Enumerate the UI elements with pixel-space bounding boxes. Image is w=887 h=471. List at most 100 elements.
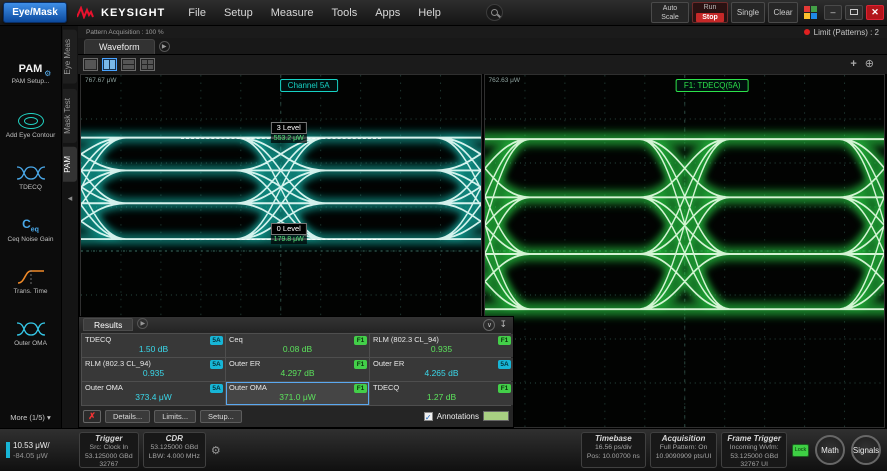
cdr-loop-bandwidth: LBW: 4.000 MHz [149, 453, 200, 462]
math-button[interactable]: Math [815, 435, 845, 465]
keysight-logo-icon [77, 6, 97, 19]
sidebar-item-label: Ceq Noise Gain [8, 236, 54, 243]
result-name: Outer OMA [85, 383, 222, 392]
menu-apps[interactable]: Apps [366, 3, 409, 23]
details-button[interactable]: Details... [105, 410, 150, 423]
result-cell-outer-er-5a[interactable]: Outer ER 5A 4.265 dB [370, 358, 513, 381]
sidebar-item-label: Add Eye Contour [6, 132, 56, 139]
tab-mask-test[interactable]: Mask Test [63, 89, 77, 143]
timebase-title: Timebase [587, 434, 640, 444]
pam-setup-icon: PAM⚙ [19, 63, 43, 75]
acquisition-block[interactable]: Acquisition Full Pattern: On 10.9090909 … [650, 432, 718, 468]
annotation-0-level[interactable]: 0 Level 179.8 μW [271, 223, 307, 244]
trigger-block[interactable]: Trigger Src: Clock In 53.125000 GBd 3276… [79, 432, 139, 468]
source-badge: F1 [354, 336, 367, 345]
result-name: TDECQ [85, 335, 222, 344]
sidebar-item-ceq-noise-gain[interactable]: Ceq Ceq Noise Gain [0, 204, 61, 256]
apps-grid-icon[interactable] [804, 6, 818, 20]
collapse-sidebar-arrow[interactable]: ◂ [68, 193, 73, 204]
channel-readout[interactable]: 10.53 μW/ -84.05 μW [3, 441, 77, 460]
annotation-3-level[interactable]: 3 Level 553.2 μW [271, 122, 307, 143]
results-footer: ✗ Details... Limits... Setup... ✓ Annota… [79, 407, 513, 425]
layout-stacked-icon[interactable] [121, 58, 136, 71]
annotation-value: 553.2 μW [271, 134, 307, 143]
single-button[interactable]: Single [731, 2, 765, 23]
layout-quad-icon[interactable] [140, 58, 155, 71]
trigger-pattern-length: 32767 [85, 461, 133, 470]
tab-results[interactable]: Results [83, 318, 133, 331]
pin-icon[interactable]: ↧ [499, 319, 509, 330]
result-cell-outer-oma-f1[interactable]: Outer OMA F1 371.0 μW [226, 382, 369, 405]
signals-button[interactable]: Signals [851, 435, 881, 465]
tab-waveform[interactable]: Waveform [84, 39, 155, 54]
auto-scale-button[interactable]: Auto Scale [651, 2, 689, 23]
frame-trigger-length: 32767 UI [727, 461, 781, 470]
tab-eye-meas[interactable]: Eye Meas [63, 30, 77, 84]
tab-pam[interactable]: PAM [63, 147, 77, 182]
layout-single-icon[interactable] [83, 58, 98, 71]
delete-measurement-button[interactable]: ✗ [83, 410, 101, 423]
frame-trigger-block[interactable]: Frame Trigger Incoming Wvfm: 53.125000 G… [721, 432, 787, 468]
sidebar-more-button[interactable]: More (1/5) ▾ [0, 408, 61, 428]
cdr-block[interactable]: CDR 53.125000 GBd LBW: 4.000 MHz [143, 432, 206, 468]
collapse-results-chevron[interactable]: ∨ [483, 319, 495, 331]
eye-mask-mode-button[interactable]: Eye/Mask [3, 2, 67, 23]
sidebar-item-outer-oma[interactable]: Outer OMA [0, 308, 61, 360]
single-label: Single [737, 8, 759, 17]
cdr-title: CDR [149, 434, 200, 444]
results-tab-play-icon[interactable]: ▶ [137, 318, 148, 329]
trigger-rate: 53.125000 GBd [85, 453, 133, 462]
frame-trigger-rate: 53.125000 GBd [727, 453, 781, 462]
result-value: 1.50 dB [85, 344, 222, 355]
waveform-tab-play-icon[interactable]: ▶ [159, 41, 170, 52]
channel-offset: -84.05 μW [13, 451, 50, 460]
close-button[interactable]: ✕ [866, 5, 884, 20]
layout-split-2-icon[interactable] [102, 58, 117, 71]
menu-setup[interactable]: Setup [215, 3, 262, 23]
sidebar-item-pam-setup[interactable]: PAM⚙ PAM Setup... [0, 48, 61, 100]
result-cell-tdecq-5a[interactable]: TDECQ 5A 1.50 dB [82, 334, 225, 357]
panel-label-f1-tdecq[interactable]: F1: TDECQ(5A) [676, 79, 749, 92]
setup-button[interactable]: Setup... [200, 410, 242, 423]
menu-help[interactable]: Help [409, 3, 450, 23]
run-stop-button[interactable]: Run Stop [692, 2, 728, 23]
move-icon[interactable]: + [850, 58, 856, 71]
menu-measure[interactable]: Measure [262, 3, 323, 23]
tdecq-icon [16, 165, 46, 181]
menu-file[interactable]: File [179, 3, 215, 23]
menu-bar: File Setup Measure Tools Apps Help [179, 3, 450, 23]
annotations-checkbox[interactable]: ✓ [424, 412, 433, 421]
maximize-button[interactable] [845, 5, 863, 20]
result-cell-rlm-5a[interactable]: RLM (802.3 CL_94) 5A 0.935 [82, 358, 225, 381]
result-cell-outer-oma-5a[interactable]: Outer OMA 5A 373.4 μW [82, 382, 225, 405]
result-name: TDECQ [373, 383, 510, 392]
sidebar-item-tdecq[interactable]: TDECQ [0, 152, 61, 204]
result-name: Outer ER [373, 359, 510, 368]
frame-trigger-title: Frame Trigger [727, 434, 781, 444]
result-cell-tdecq-f1[interactable]: TDECQ F1 1.27 dB [370, 382, 513, 405]
panel-label-channel-5a[interactable]: Channel 5A [280, 79, 338, 92]
titlebar-controls: Auto Scale Run Stop Single Clear – ✕ [651, 2, 884, 23]
result-value: 4.265 dB [373, 368, 510, 379]
brand: KEYSIGHT [77, 6, 165, 19]
zoom-icon[interactable]: ⊕ [865, 58, 874, 71]
annotation-color-swatch[interactable] [483, 411, 509, 421]
limits-button[interactable]: Limits... [154, 410, 196, 423]
menu-tools[interactable]: Tools [323, 3, 367, 23]
limit-status: Limit (Patterns) : 2 [804, 28, 879, 37]
search-button[interactable] [486, 4, 503, 21]
gear-icon[interactable]: ⚙ [208, 444, 224, 457]
timebase-block[interactable]: Timebase 16.56 ps/div Pos: 10.00700 ns [581, 432, 646, 468]
lock-indicator: Lock [792, 444, 809, 457]
sidebar-item-trans-time[interactable]: Trans. Time [0, 256, 61, 308]
minimize-button[interactable]: – [824, 5, 842, 20]
result-cell-outer-er-f1[interactable]: Outer ER F1 4.297 dB [226, 358, 369, 381]
waveform-panel-f1-tdecq[interactable]: 762.63 μW F1: TDECQ(5A) [484, 74, 886, 428]
sidebar-item-add-eye-contour[interactable]: Add Eye Contour [0, 100, 61, 152]
result-cell-rlm-f1[interactable]: RLM (802.3 CL_94) F1 0.935 [370, 334, 513, 357]
result-cell-ceq-f1[interactable]: Ceq F1 0.08 dB [226, 334, 369, 357]
result-name: Outer OMA [229, 383, 366, 392]
vertical-scale-readout: 767.67 μW [85, 77, 117, 84]
clear-display-button[interactable]: Clear [768, 2, 798, 23]
measurement-sidebar: PAM⚙ PAM Setup... Add Eye Contour TDECQ … [0, 26, 62, 428]
